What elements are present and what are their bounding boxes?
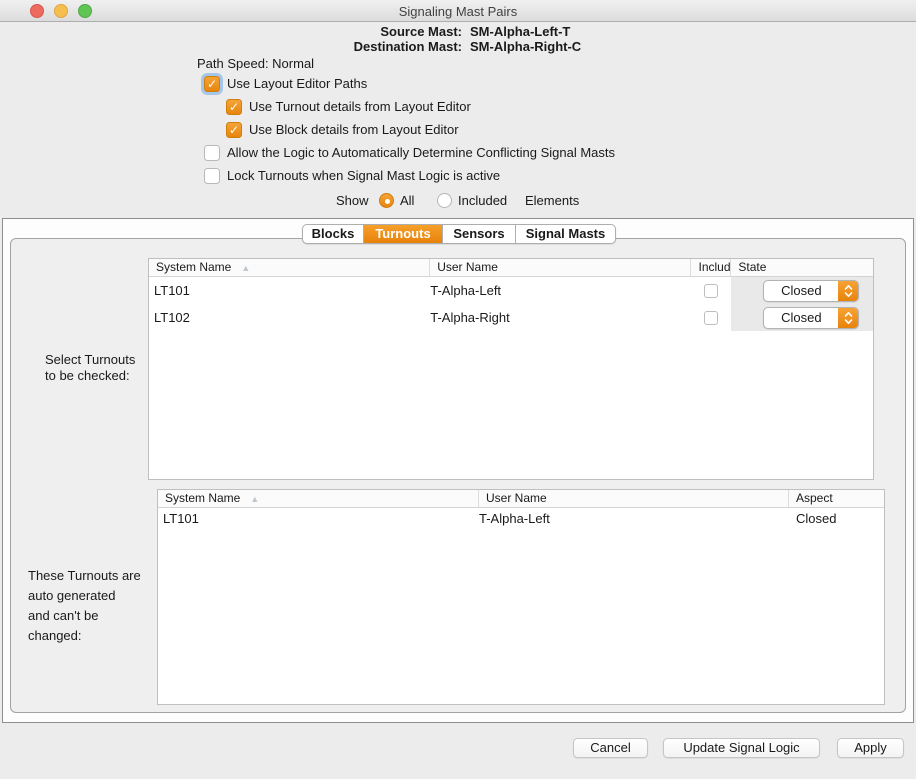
select-turnouts-table-header: System Name▲ User Name Include State — [149, 259, 873, 277]
tab-sensors[interactable]: Sensors — [442, 225, 515, 243]
tab-signal-masts[interactable]: Signal Masts — [515, 225, 615, 243]
signaling-mast-pairs-window: Signaling Mast Pairs Source Mast: SM-Alp… — [0, 0, 916, 779]
column-header-aspect[interactable]: Aspect — [789, 490, 884, 507]
include-cell — [692, 304, 732, 331]
column-header-system-name[interactable]: System Name▲ — [158, 490, 479, 507]
system-name-cell: LT101 — [149, 277, 430, 304]
use-block-details-checkbox[interactable]: ✓ — [226, 122, 242, 138]
use-block-details-row: ✓ Use Block details from Layout Editor — [226, 121, 459, 138]
select-turnouts-table: System Name▲ User Name Include State LT1… — [148, 258, 874, 480]
apply-button[interactable]: Apply — [837, 738, 904, 758]
system-name-cell: LT102 — [149, 304, 430, 331]
state-dropdown[interactable]: Closed — [763, 280, 859, 302]
use-layout-editor-paths-label: Use Layout Editor Paths — [227, 76, 367, 91]
use-turnout-details-checkbox[interactable]: ✓ — [226, 99, 242, 115]
tab-blocks[interactable]: Blocks — [303, 225, 363, 243]
include-cell — [692, 277, 732, 304]
path-speed-label: Path Speed: Normal — [197, 56, 314, 72]
column-header-include[interactable]: Include — [691, 259, 731, 276]
use-block-details-label: Use Block details from Layout Editor — [249, 122, 459, 137]
system-name-cell: LT101 — [158, 508, 479, 528]
state-dropdown[interactable]: Closed — [763, 307, 859, 329]
show-all-radio[interactable] — [379, 193, 394, 208]
column-header-user-name[interactable]: User Name — [479, 490, 789, 507]
auto-turnouts-caption: These Turnouts are auto generated and ca… — [28, 566, 141, 646]
cancel-button[interactable]: Cancel — [573, 738, 648, 758]
column-header-user-name[interactable]: User Name — [430, 259, 691, 276]
destination-mast-label: Destination Mast: — [200, 39, 462, 55]
use-layout-editor-paths-row: ✓ Use Layout Editor Paths — [204, 75, 367, 92]
update-signal-logic-button[interactable]: Update Signal Logic — [663, 738, 820, 758]
popup-stepper-icon — [838, 281, 858, 301]
select-turnouts-caption: Select Turnouts to be checked: — [45, 352, 135, 384]
include-checkbox[interactable] — [704, 311, 718, 325]
lock-turnouts-row: Lock Turnouts when Signal Mast Logic is … — [204, 167, 500, 184]
state-cell: Closed — [731, 277, 873, 304]
checkmark-icon: ✓ — [229, 123, 239, 137]
aspect-cell: Closed — [789, 508, 884, 528]
element-tabs: Blocks Turnouts Sensors Signal Masts — [302, 224, 616, 244]
state-cell: Closed — [731, 304, 873, 331]
lock-turnouts-checkbox[interactable] — [204, 168, 220, 184]
popup-stepper-icon — [838, 308, 858, 328]
include-checkbox[interactable] — [704, 284, 718, 298]
table-row[interactable]: LT101 T-Alpha-Left Closed — [149, 277, 873, 304]
use-layout-editor-paths-checkbox[interactable]: ✓ — [204, 76, 220, 92]
auto-conflicting-masts-checkbox[interactable] — [204, 145, 220, 161]
column-header-system-name[interactable]: System Name▲ — [149, 259, 430, 276]
column-header-state[interactable]: State — [731, 259, 873, 276]
checkmark-icon: ✓ — [207, 77, 217, 91]
show-included-label: Included — [458, 193, 507, 209]
use-turnout-details-row: ✓ Use Turnout details from Layout Editor — [226, 98, 471, 115]
destination-mast-value: SM-Alpha-Right-C — [470, 39, 581, 55]
auto-conflicting-masts-row: Allow the Logic to Automatically Determi… — [204, 144, 615, 161]
auto-turnouts-table: System Name▲ User Name Aspect LT101 T-Al… — [157, 489, 885, 705]
auto-conflicting-masts-label: Allow the Logic to Automatically Determi… — [227, 145, 615, 160]
source-mast-value: SM-Alpha-Left-T — [470, 24, 570, 40]
table-row[interactable]: LT101 T-Alpha-Left Closed — [158, 508, 884, 528]
source-mast-label: Source Mast: — [200, 24, 462, 40]
show-all-label: All — [400, 193, 414, 209]
show-elements-label: Elements — [525, 193, 579, 209]
auto-turnouts-table-header: System Name▲ User Name Aspect — [158, 490, 884, 508]
title-bar: Signaling Mast Pairs — [0, 0, 916, 22]
table-row[interactable]: LT102 T-Alpha-Right Closed — [149, 304, 873, 331]
sort-ascending-icon: ▲ — [250, 494, 259, 504]
user-name-cell: T-Alpha-Left — [430, 277, 691, 304]
show-label: Show — [336, 193, 369, 209]
checkmark-icon: ✓ — [229, 100, 239, 114]
lock-turnouts-label: Lock Turnouts when Signal Mast Logic is … — [227, 168, 500, 183]
sort-ascending-icon: ▲ — [241, 263, 250, 273]
tab-turnouts[interactable]: Turnouts — [363, 225, 442, 243]
user-name-cell: T-Alpha-Right — [430, 304, 691, 331]
show-included-radio[interactable] — [437, 193, 452, 208]
use-turnout-details-label: Use Turnout details from Layout Editor — [249, 99, 471, 114]
user-name-cell: T-Alpha-Left — [479, 508, 789, 528]
window-title: Signaling Mast Pairs — [0, 4, 916, 19]
